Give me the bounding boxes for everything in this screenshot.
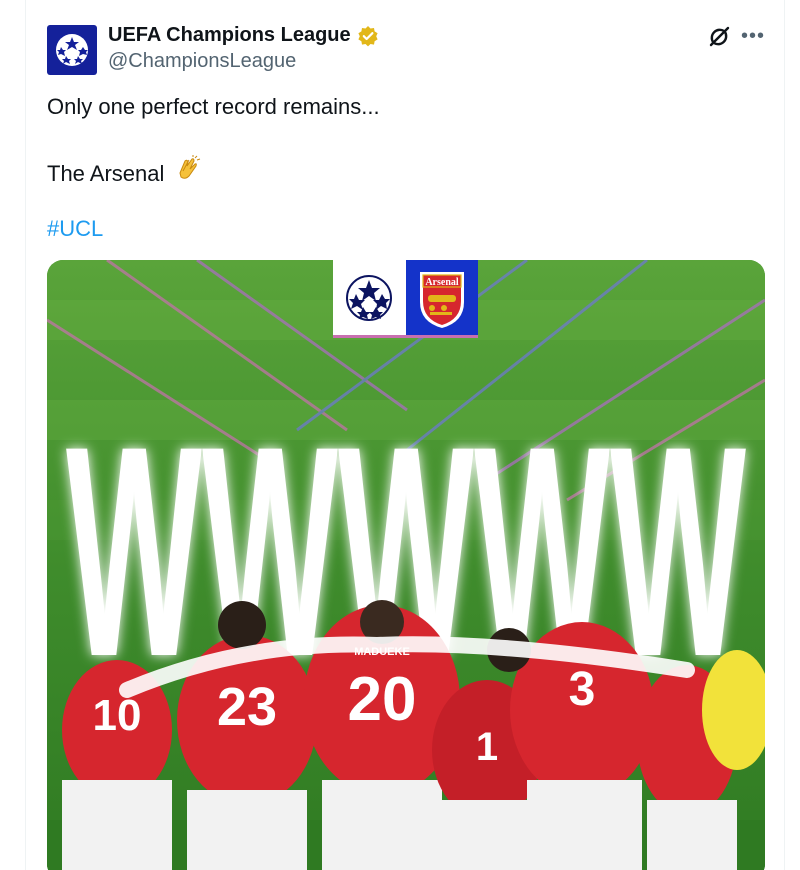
jersey-number-10: 10 bbox=[93, 691, 142, 740]
tweet-card[interactable]: UEFA Champions League @ChampionsLeague •… bbox=[25, 0, 785, 870]
jersey-number-1: 1 bbox=[476, 725, 498, 769]
more-icon: ••• bbox=[740, 25, 765, 47]
tweet-media-image[interactable]: Arsenal WWWWW 10 23 MADUEKE 20 1 3 bbox=[47, 260, 765, 870]
clapping-hands-icon bbox=[175, 155, 201, 188]
jersey-number-3: 3 bbox=[569, 663, 596, 716]
verified-badge-icon bbox=[358, 25, 378, 46]
match-badge: Arsenal bbox=[333, 260, 478, 338]
grok-icon bbox=[709, 26, 730, 47]
hashtag-ucl-link[interactable]: #UCL bbox=[47, 216, 103, 242]
profile-avatar[interactable] bbox=[47, 25, 97, 75]
arsenal-badge-text: Arsenal bbox=[425, 277, 459, 288]
starball-icon bbox=[56, 34, 88, 66]
jersey-number-20: 20 bbox=[348, 665, 417, 734]
arsenal-crest: Arsenal bbox=[420, 272, 464, 328]
tweet-text-arsenal: The Arsenal bbox=[47, 161, 165, 186]
display-name[interactable]: UEFA Champions League bbox=[108, 24, 351, 47]
author-handle[interactable]: @ChampionsLeague bbox=[108, 50, 296, 73]
more-options-button[interactable]: ••• bbox=[738, 22, 768, 52]
author-name-row[interactable]: UEFA Champions League bbox=[108, 24, 379, 47]
grok-button[interactable] bbox=[706, 24, 732, 50]
tweet-text-line-1: Only one perfect record remains... bbox=[47, 94, 380, 119]
tweet-text-line-2: The Arsenal bbox=[47, 155, 201, 188]
ucl-starball-logo bbox=[346, 275, 392, 321]
jersey-number-23: 23 bbox=[217, 677, 277, 737]
